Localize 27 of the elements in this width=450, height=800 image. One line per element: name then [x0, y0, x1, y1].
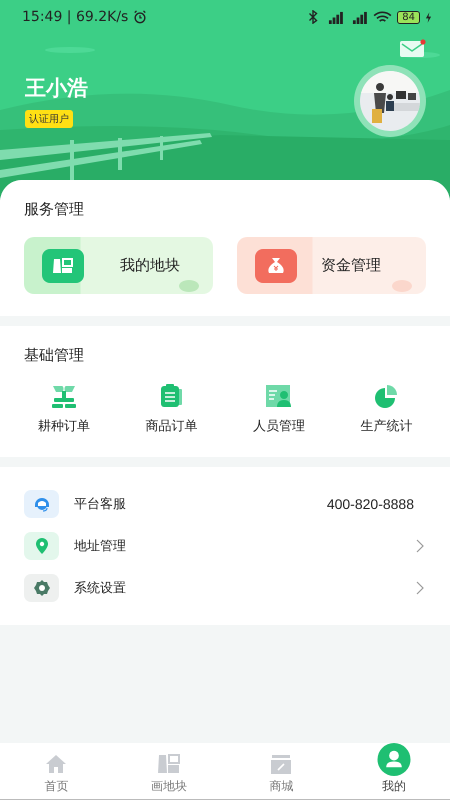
headset-icon — [24, 490, 59, 518]
section-title: 基础管理 — [24, 346, 85, 365]
sprout-icon — [50, 383, 77, 409]
tab[interactable]: 商城 — [225, 743, 338, 799]
tab[interactable]: 画地块 — [112, 743, 225, 799]
shortcut-button[interactable]: 人员管理 — [225, 383, 332, 435]
menu-row[interactable]: 地址管理 — [24, 529, 426, 563]
shortcut-button[interactable]: 生产统计 — [332, 383, 440, 435]
shop-icon — [269, 752, 294, 776]
service-card[interactable]: 资金管理 — [237, 237, 426, 294]
clipboard-icon — [158, 383, 184, 409]
service-card[interactable]: 我的地块 — [24, 237, 213, 294]
home-icon — [44, 752, 68, 776]
plot-icon — [156, 752, 181, 776]
money-bag-icon — [255, 248, 297, 282]
section-title: 服务管理 — [24, 200, 85, 219]
shortcut-button[interactable]: 商品订单 — [118, 383, 225, 435]
id-card-icon — [264, 383, 293, 409]
menu-row[interactable]: 系统设置 — [24, 571, 426, 605]
menu-row[interactable]: 平台客服 400-820-8888 — [24, 487, 426, 521]
tab[interactable]: 首页 — [0, 743, 112, 799]
settings-icon — [24, 574, 59, 602]
tab[interactable]: 我的 — [338, 743, 450, 799]
plot-icon — [42, 248, 84, 282]
location-icon — [24, 532, 59, 560]
pie-chart-icon — [373, 383, 400, 409]
shortcut-button[interactable]: 耕种订单 — [10, 383, 118, 435]
